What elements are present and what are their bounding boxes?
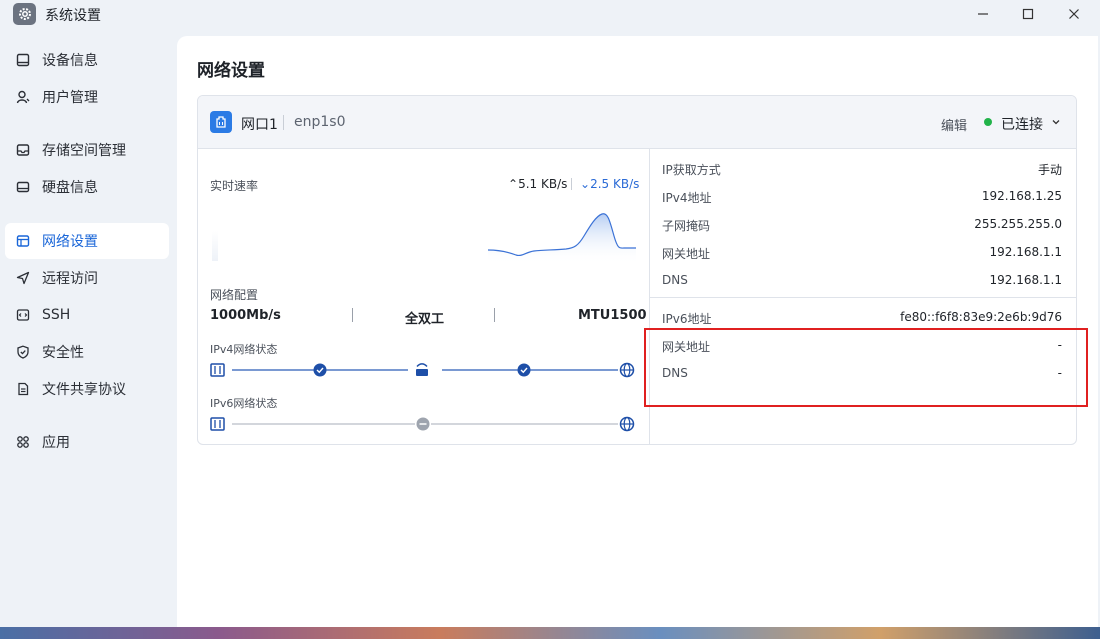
maximize-button[interactable] [1005, 0, 1051, 28]
gear-icon [13, 3, 36, 25]
traffic-chart-placeholder [212, 231, 218, 261]
send-icon [14, 269, 32, 287]
file-icon [14, 380, 32, 398]
sidebar-item-label: 存储空间管理 [42, 143, 126, 159]
sidebar-item-device-info[interactable]: 设备信息 [5, 42, 169, 78]
sidebar-item-storage[interactable]: 存储空间管理 [5, 132, 169, 168]
gateway-label: 网关地址 [662, 247, 711, 261]
divider [352, 308, 353, 322]
sidebar-item-apps[interactable]: 应用 [5, 424, 169, 460]
sidebar-item-label: SSH [42, 307, 71, 323]
ipv4-address-label: IPv4地址 [662, 191, 712, 205]
device-icon [210, 417, 225, 431]
gateway-value: 192.168.1.1 [989, 245, 1062, 259]
ip-method-label: IP获取方式 [662, 163, 721, 177]
user-icon [14, 88, 32, 106]
device-icon [14, 51, 32, 69]
ipv6-address-label: IPv6地址 [662, 312, 712, 326]
divider [494, 308, 495, 322]
ip-method-value: 手动 [1037, 163, 1062, 177]
sidebar-item-remote-access[interactable]: 远程访问 [5, 260, 169, 296]
divider [650, 297, 1076, 298]
ipv4-address-value: 192.168.1.25 [981, 189, 1062, 203]
divider [571, 178, 572, 190]
sidebar-item-file-sharing[interactable]: 文件共享协议 [5, 371, 169, 407]
arrow-down-icon: ⌄ [580, 177, 591, 191]
maximize-icon [1022, 8, 1034, 20]
subnet-mask-value: 255.255.255.0 [974, 217, 1062, 231]
storage-icon [14, 141, 32, 159]
settings-window: 系统设置 设备信息 用户管理 存储空间管理 硬盘信息 网络设置 远程访问 SSH… [0, 0, 1100, 631]
main-panel: 网络设置 网口1 enp1s0 编辑 已连接 实时速率 ⌃5.1 KB/s ⌄2… [177, 36, 1098, 630]
traffic-sparkline [488, 213, 636, 264]
ethernet-port-icon [210, 111, 232, 133]
dns-label: DNS [662, 273, 688, 287]
ipv4-status-label: IPv4网络状态 [210, 343, 278, 356]
mtu-value: MTU1500 [578, 308, 647, 323]
close-button[interactable] [1051, 0, 1097, 28]
sidebar-item-security[interactable]: 安全性 [5, 334, 169, 370]
check-circle-icon [517, 363, 531, 377]
download-speed: ⌄2.5 KB/s [580, 177, 640, 191]
chevron-down-icon[interactable] [1051, 116, 1061, 131]
check-circle-icon [313, 363, 327, 377]
sidebar-item-network[interactable]: 网络设置 [5, 223, 169, 259]
link-speed: 1000Mb/s [210, 308, 281, 323]
minimize-button[interactable] [960, 0, 1006, 28]
sidebar-item-label: 安全性 [42, 345, 84, 361]
sidebar-item-label: 文件共享协议 [42, 382, 126, 398]
desktop-wallpaper [0, 627, 1100, 639]
globe-icon [619, 362, 635, 378]
disk-icon [14, 178, 32, 196]
sidebar-item-disk[interactable]: 硬盘信息 [5, 169, 169, 205]
ipv6-gateway-value: - [1057, 338, 1062, 352]
minus-circle-icon [416, 417, 430, 431]
sidebar-item-label: 设备信息 [42, 53, 98, 69]
arrow-up-icon: ⌃ [508, 177, 519, 191]
router-icon [416, 363, 428, 376]
close-icon [1069, 9, 1079, 19]
dns-value: 192.168.1.1 [989, 273, 1062, 287]
device-icon [210, 363, 225, 377]
card-header: 网口1 enp1s0 编辑 已连接 [198, 96, 1076, 149]
port-device: enp1s0 [294, 114, 346, 130]
network-icon [14, 232, 32, 250]
apps-icon [14, 433, 32, 451]
subnet-mask-label: 子网掩码 [662, 219, 711, 233]
connection-status[interactable]: 已连接 [1001, 114, 1043, 134]
window-title: 系统设置 [45, 8, 101, 24]
ipv6-dns-value: - [1057, 366, 1062, 380]
upload-speed: ⌃5.1 KB/s [508, 177, 568, 191]
sidebar-item-label: 网络设置 [42, 234, 98, 250]
ipv6-status-label: IPv6网络状态 [210, 397, 278, 410]
page-title: 网络设置 [197, 61, 265, 81]
ipv6-status-path [210, 416, 635, 432]
sidebar-item-label: 远程访问 [42, 271, 98, 287]
status-dot-icon [984, 118, 992, 126]
network-port-card: 网口1 enp1s0 编辑 已连接 实时速率 ⌃5.1 KB/s ⌄2.5 KB… [197, 95, 1077, 445]
ipv6-address-value: fe80::f6f8:83e9:2e6b:9d76 [900, 310, 1062, 324]
ipv6-gateway-label: 网关地址 [662, 340, 711, 354]
code-icon [14, 306, 32, 324]
shield-icon [14, 343, 32, 361]
sidebar-item-label: 硬盘信息 [42, 180, 98, 196]
realtime-speed-label: 实时速率 [210, 179, 259, 193]
sidebar-item-label: 用户管理 [42, 90, 98, 106]
edit-button[interactable]: 编辑 [941, 115, 967, 134]
network-config-label: 网络配置 [210, 288, 259, 302]
sidebar-item-ssh[interactable]: SSH [5, 297, 169, 333]
minimize-icon [978, 13, 988, 15]
port-name: 网口1 [241, 117, 278, 133]
sidebar-item-label: 应用 [42, 435, 70, 451]
divider [283, 115, 284, 130]
globe-icon [619, 416, 635, 432]
duplex-mode: 全双工 [405, 312, 445, 327]
sidebar-item-users[interactable]: 用户管理 [5, 79, 169, 115]
ipv4-status-path [210, 362, 635, 378]
title-bar: 系统设置 [0, 0, 1100, 30]
ipv6-dns-label: DNS [662, 366, 688, 380]
